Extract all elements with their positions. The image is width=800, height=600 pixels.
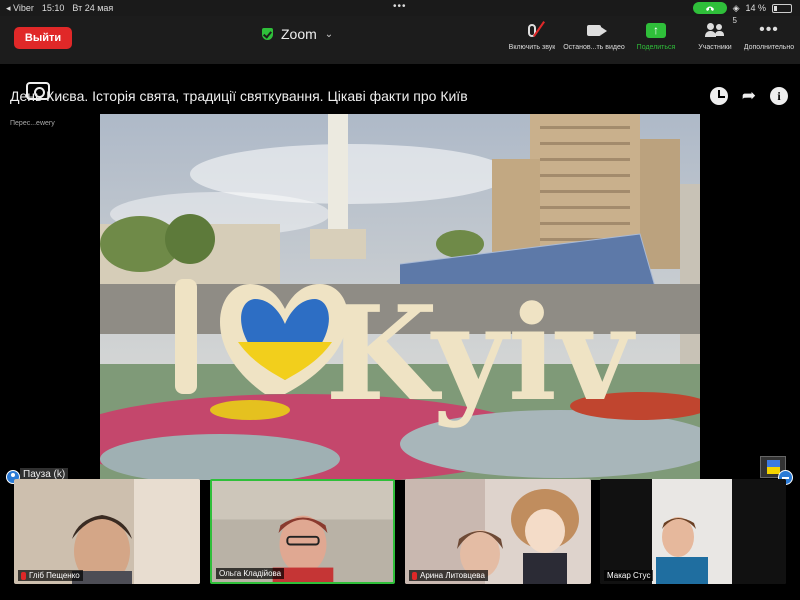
participant-name: Арина Литовцева (420, 571, 485, 580)
meeting-toolbar: Выйти Zoom ⌄ Включить звук Останов...ть … (0, 16, 800, 64)
date-text: Вт 24 мая (72, 3, 114, 13)
participant-tile-active-speaker[interactable]: Ольга Кладійова (210, 479, 395, 584)
mic-muted-icon (412, 571, 417, 580)
participant-name: Гліб Пещенко (29, 571, 80, 580)
meeting-info-dropdown[interactable]: Zoom ⌄ (262, 26, 333, 42)
ios-status-bar: ◂ Viber 15:10 Вт 24 мая ••• ◈ 14 % (0, 0, 800, 16)
participant-name: Ольга Кладійова (219, 569, 282, 578)
meeting-name: Zoom (281, 26, 317, 42)
video-camera-icon (587, 24, 607, 36)
shared-photo-kyiv-sign: Kyiv (100, 114, 700, 480)
wifi-icon: ◈ (732, 2, 740, 13)
participant-name: Макар Стус (607, 571, 651, 580)
chevron-down-icon: ⌄ (324, 28, 334, 40)
screenshot-camera-icon[interactable] (26, 82, 50, 100)
watch-later-icon[interactable] (709, 87, 728, 105)
participant-tile[interactable]: Гліб Пещенко (14, 479, 200, 584)
more-dots-icon: ••• (759, 21, 779, 38)
clock-time: 15:10 (41, 3, 65, 13)
info-icon[interactable]: i (770, 87, 788, 105)
participant-tile[interactable]: Макар Стус (600, 479, 786, 584)
presenter-note: Перес...ewery (10, 120, 55, 127)
share-forward-icon[interactable]: ➦ (742, 87, 756, 105)
battery-icon (772, 3, 792, 13)
encryption-shield-icon (262, 28, 273, 40)
leave-meeting-button[interactable]: Выйти (14, 27, 72, 49)
shared-video-title: День Києва. Історія свята, традиції свят… (10, 88, 468, 104)
stop-video-button[interactable]: Останов...ть видео (561, 20, 627, 60)
unmute-button[interactable]: Включить звук (499, 20, 565, 60)
battery-percent: 14 % (745, 3, 766, 13)
back-to-app-link[interactable]: ◂ Viber (6, 3, 34, 14)
participants-icon (705, 23, 725, 37)
shared-content-header: День Києва. Історія свята, традиції свят… (10, 82, 790, 108)
multitask-dots-icon[interactable]: ••• (393, 1, 407, 12)
active-call-pill-icon[interactable] (692, 2, 727, 14)
mic-muted-icon (21, 571, 26, 580)
kyiv-sign-text: Kyiv (325, 277, 636, 430)
participant-tile[interactable]: Арина Литовцева (405, 479, 591, 584)
share-arrow-icon: ↑ (646, 22, 666, 38)
more-options-button[interactable]: ••• Дополнительно (736, 20, 800, 60)
share-screen-button[interactable]: ↑ Поделиться (623, 20, 689, 60)
